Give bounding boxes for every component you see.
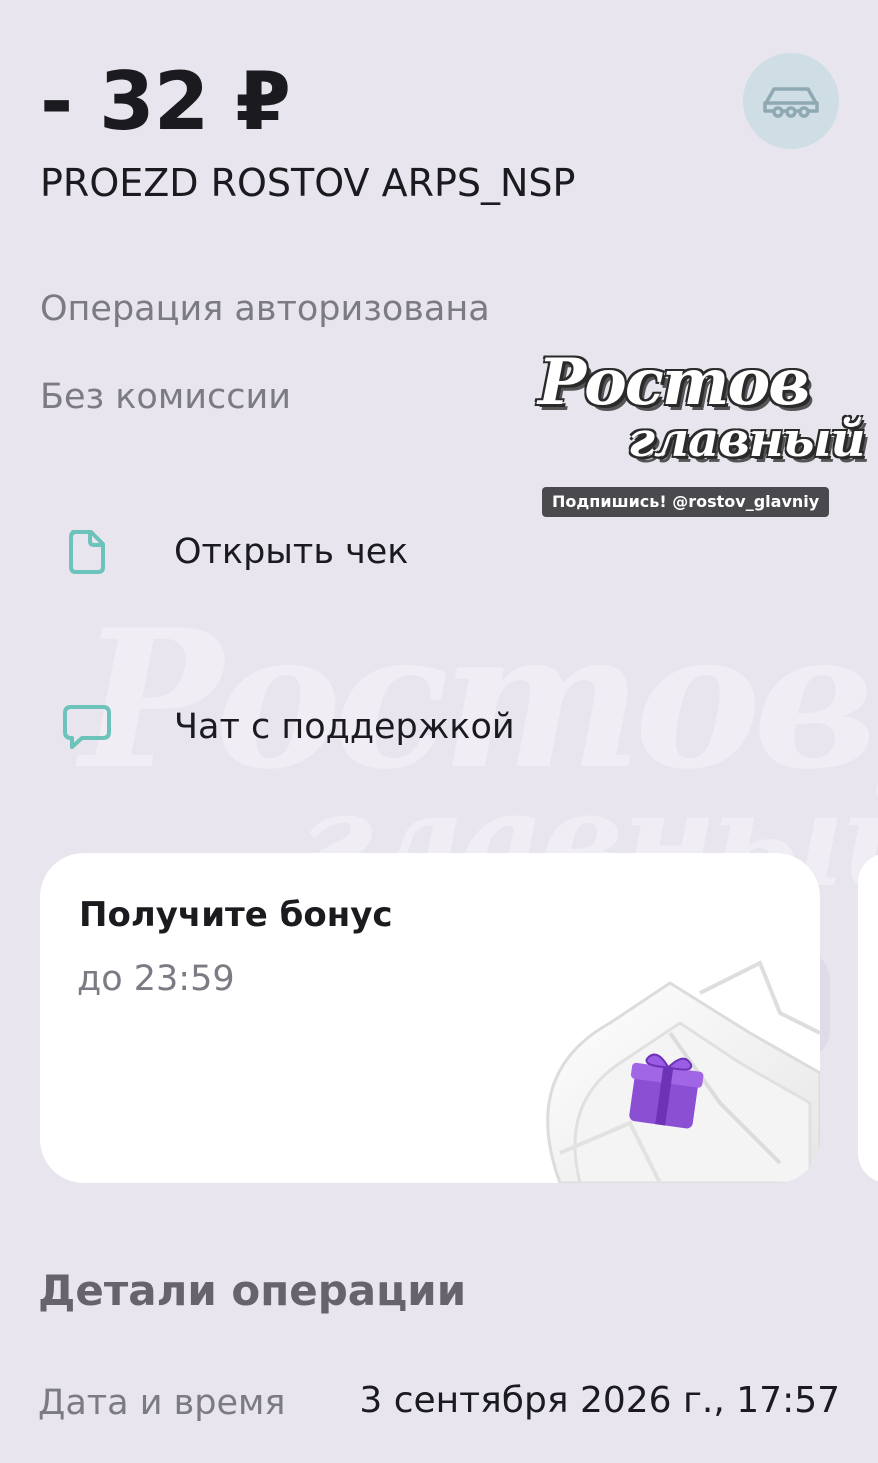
open-receipt-button[interactable]: Открыть чек <box>40 522 408 582</box>
watermark-caption: Подпишись! @rostov_glavniy <box>542 487 830 517</box>
operation-status: Операция авторизована <box>40 289 490 329</box>
bonus-deadline: до 23:59 <box>77 959 235 999</box>
car-icon <box>763 87 819 118</box>
bonus-card[interactable]: Получите бонус до 23:59 <box>40 853 820 1183</box>
details-section-title: Детали операции <box>38 1266 467 1315</box>
document-icon <box>40 522 134 582</box>
chat-bubble-icon <box>40 697 134 757</box>
watermark-logo-line2: главный <box>628 412 865 468</box>
gift-icon <box>546 960 820 1183</box>
merchant-name: PROEZD ROSTOV ARPS_NSP <box>40 161 576 205</box>
next-promo-card[interactable] <box>858 853 878 1183</box>
watermark-logo-line1: Ростов <box>538 345 810 420</box>
support-chat-button[interactable]: Чат с поддержкой <box>40 697 515 757</box>
watermark-logo: Ростов главный Подпишись! @rostov_glavni… <box>538 345 865 525</box>
transaction-amount: - 32 ₽ <box>40 55 291 148</box>
datetime-value: 3 сентября 2026 г., 17:57 <box>359 1380 840 1421</box>
support-chat-label: Чат с поддержкой <box>174 707 515 747</box>
category-button[interactable] <box>743 53 839 149</box>
operation-fee: Без комиссии <box>40 377 291 417</box>
bonus-title: Получите бонус <box>79 895 393 935</box>
open-receipt-label: Открыть чек <box>174 532 409 572</box>
datetime-label: Дата и время <box>38 1383 286 1423</box>
